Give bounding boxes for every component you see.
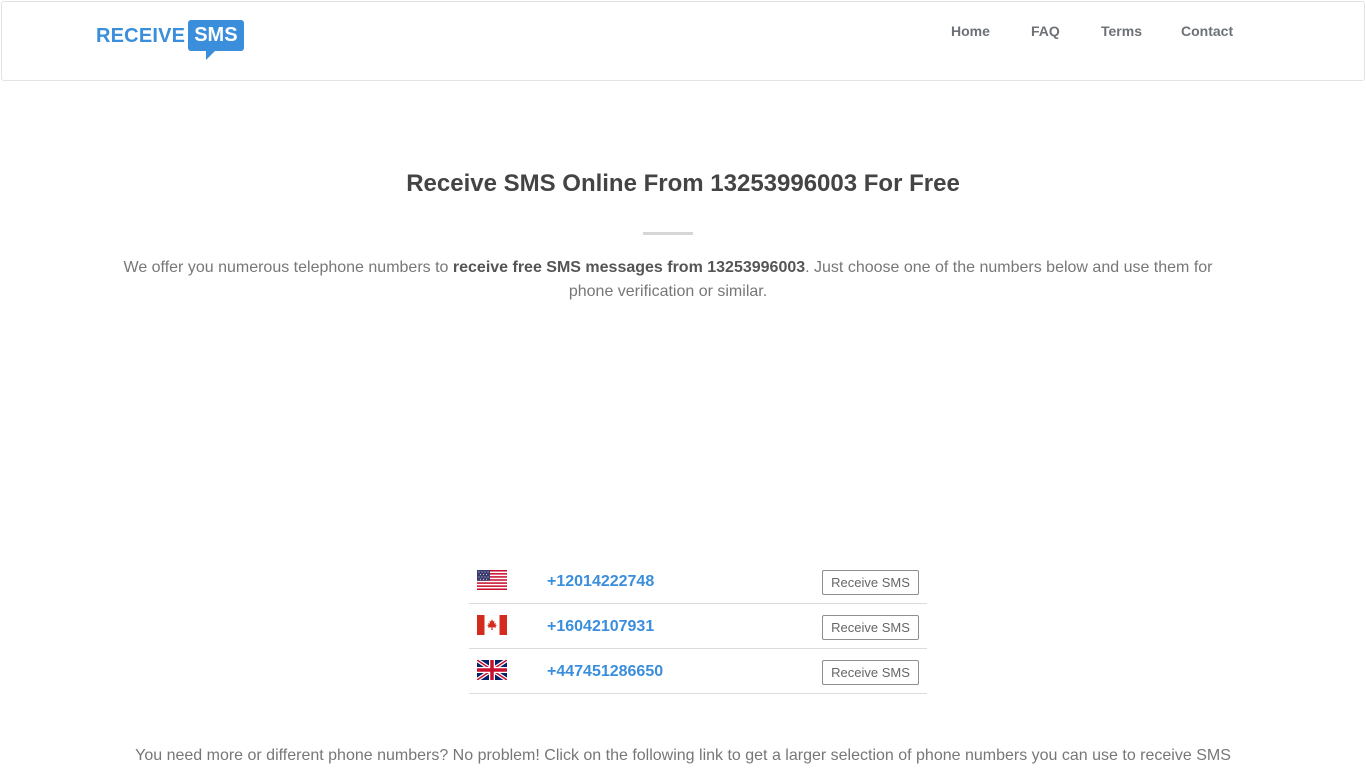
phone-number-row: +16042107931 Receive SMS: [469, 604, 927, 649]
phone-number-link[interactable]: +447451286650: [547, 662, 663, 681]
nav-contact-link[interactable]: Contact: [1181, 23, 1233, 39]
logo-speech-bubble: SMS: [188, 20, 244, 60]
more-numbers-paragraph: You need more or different phone numbers…: [135, 747, 1231, 764]
phone-number-link[interactable]: +12014222748: [547, 572, 654, 591]
nav-terms-link[interactable]: Terms: [1101, 23, 1142, 39]
page-title: Receive SMS Online From 13253996003 For …: [406, 170, 960, 197]
receive-sms-button[interactable]: Receive SMS: [822, 615, 919, 640]
title-divider: [643, 232, 693, 235]
receive-sms-button[interactable]: Receive SMS: [822, 660, 919, 685]
gb-flag-icon: [477, 660, 507, 680]
logo-word: RECEIVE: [96, 25, 186, 47]
intro-text-before: We offer you numerous telephone numbers …: [123, 259, 453, 276]
intro-paragraph: We offer you numerous telephone numbers …: [112, 256, 1224, 304]
us-flag-graphic: [477, 570, 507, 590]
nav-home-link[interactable]: Home: [951, 23, 990, 39]
us-flag-icon: [477, 570, 507, 590]
receive-sms-button[interactable]: Receive SMS: [822, 570, 919, 595]
phone-number-row: +12014222748 Receive SMS: [469, 559, 927, 604]
site-logo[interactable]: RECEIVE SMS: [96, 20, 244, 60]
ca-flag-graphic: [477, 615, 507, 635]
phone-number-row: +447451286650 Receive SMS: [469, 649, 927, 694]
intro-text-bold: receive free SMS messages from 132539960…: [452, 259, 806, 276]
phone-number-list: +12014222748 Receive SMS +16042107931 Re…: [469, 559, 927, 694]
nav-faq-link[interactable]: FAQ: [1031, 23, 1060, 39]
gb-flag-graphic: [477, 660, 507, 680]
phone-number-link[interactable]: +16042107931: [547, 617, 654, 636]
ca-flag-icon: [477, 615, 507, 635]
